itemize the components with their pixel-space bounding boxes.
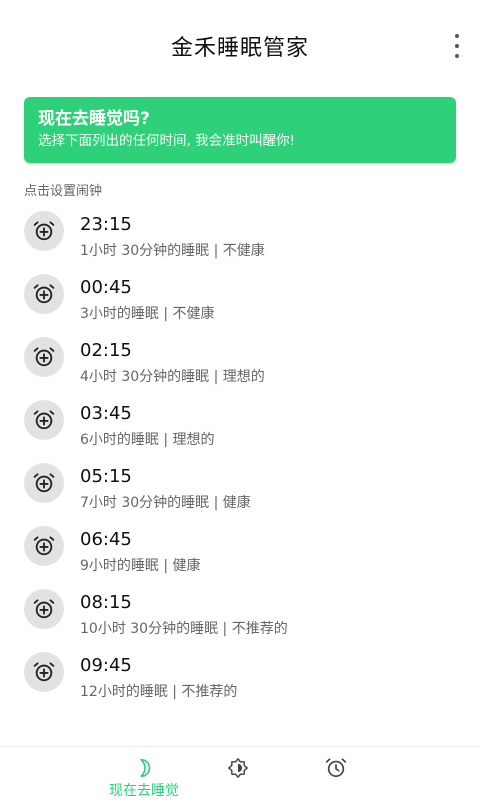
top-app-bar: 金禾睡眠管家 [0, 0, 480, 96]
alarm-description: 4小时 30分钟的睡眠 | 理想的 [80, 369, 265, 385]
add-alarm-icon[interactable] [24, 526, 64, 566]
alarm-time: 02:15 [80, 340, 132, 361]
set-alarm-hint: 点击设置闹钟 [24, 184, 103, 199]
alarm-time: 06:45 [80, 529, 132, 550]
alarm-clock-icon [325, 757, 347, 779]
alarm-description: 6小时的睡眠 | 理想的 [80, 432, 215, 448]
alarm-time: 08:15 [80, 592, 132, 613]
alarm-description: 9小时的睡眠 | 健康 [80, 558, 201, 574]
add-alarm-icon[interactable] [24, 211, 64, 251]
alarm-row[interactable]: 00:45 3小时的睡眠 | 不健康 [0, 268, 480, 331]
alarm-description: 7小时 30分钟的睡眠 | 健康 [80, 495, 251, 511]
alarm-time: 03:45 [80, 403, 132, 424]
alarm-row[interactable]: 23:15 1小时 30分钟的睡眠 | 不健康 [0, 205, 480, 268]
tab-alarm[interactable] [308, 747, 364, 800]
more-vertical-icon[interactable] [448, 34, 466, 58]
alarm-time: 00:45 [80, 277, 132, 298]
banner-subtitle: 选择下面列出的任何时间, 我会准时叫醒你! [38, 133, 295, 149]
alarm-description: 12小时的睡眠 | 不推荐的 [80, 684, 238, 700]
add-alarm-icon[interactable] [24, 400, 64, 440]
app-title: 金禾睡眠管家 [170, 36, 309, 61]
add-alarm-icon[interactable] [24, 274, 64, 314]
add-alarm-icon[interactable] [24, 652, 64, 692]
alarm-time: 23:15 [80, 214, 132, 235]
add-alarm-icon[interactable] [24, 337, 64, 377]
tab-brightness[interactable] [210, 747, 266, 800]
tab-sleep-now[interactable]: 现在去睡觉 [96, 747, 192, 800]
alarm-row[interactable]: 03:45 6小时的睡眠 | 理想的 [0, 394, 480, 457]
alarm-row[interactable]: 05:15 7小时 30分钟的睡眠 | 健康 [0, 457, 480, 520]
alarm-time: 05:15 [80, 466, 132, 487]
app-screen: 金禾睡眠管家 现在去睡觉吗? 选择下面列出的任何时间, 我会准时叫醒你! 点击设… [0, 0, 480, 800]
alarm-description: 10小时 30分钟的睡眠 | 不推荐的 [80, 621, 288, 637]
add-alarm-icon[interactable] [24, 589, 64, 629]
brightness-icon [227, 757, 249, 779]
alarm-description: 3小时的睡眠 | 不健康 [80, 306, 215, 322]
sleep-now-banner[interactable]: 现在去睡觉吗? 选择下面列出的任何时间, 我会准时叫醒你! [24, 97, 456, 163]
alarm-row[interactable]: 06:45 9小时的睡眠 | 健康 [0, 520, 480, 583]
alarm-time: 09:45 [80, 655, 132, 676]
alarm-row[interactable]: 08:15 10小时 30分钟的睡眠 | 不推荐的 [0, 583, 480, 646]
alarm-time-list: 23:15 1小时 30分钟的睡眠 | 不健康 00:45 3小时的睡眠 | 不… [0, 205, 480, 709]
alarm-row[interactable]: 02:15 4小时 30分钟的睡眠 | 理想的 [0, 331, 480, 394]
moon-icon [133, 757, 155, 779]
bottom-navigation: 现在去睡觉 [0, 746, 480, 800]
alarm-description: 1小时 30分钟的睡眠 | 不健康 [80, 243, 265, 259]
add-alarm-icon[interactable] [24, 463, 64, 503]
alarm-row[interactable]: 09:45 12小时的睡眠 | 不推荐的 [0, 646, 480, 709]
banner-title: 现在去睡觉吗? [38, 109, 150, 129]
tab-sleep-now-label: 现在去睡觉 [109, 783, 179, 799]
